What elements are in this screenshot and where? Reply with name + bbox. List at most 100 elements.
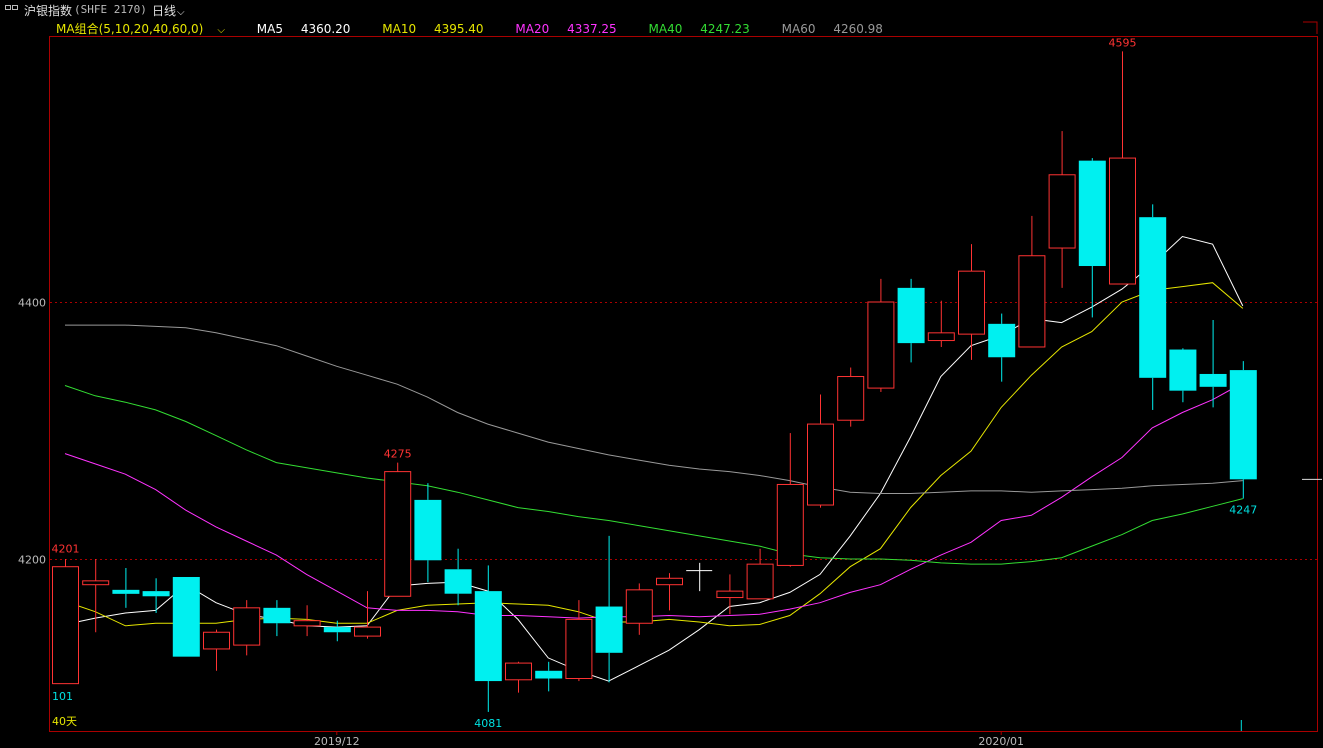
candle-body [293, 620, 321, 627]
extreme-label: 4595 [1109, 36, 1137, 49]
candle-body [1109, 157, 1136, 285]
candle-body [988, 323, 1016, 358]
candle-body [1229, 370, 1257, 480]
candle-body [1048, 174, 1076, 249]
candle [1229, 361, 1257, 499]
legend-ma5-name: MA5 [256, 22, 283, 36]
candle [776, 433, 804, 567]
candle-body [837, 376, 865, 421]
candle [1048, 131, 1076, 288]
candle-body [716, 590, 744, 599]
candle [746, 548, 774, 600]
range-label: 40天 [52, 715, 77, 728]
candle-body [1199, 373, 1227, 387]
candle-body [625, 589, 653, 624]
candle [414, 483, 442, 583]
chevron-down-icon: ⌵ [177, 7, 185, 18]
candle-body [807, 423, 834, 506]
candle-body [565, 618, 593, 680]
ma-group-selector[interactable]: MA组合(5,10,20,40,60,0) ⌵ [56, 22, 239, 36]
corner-value-label: 101 [52, 690, 73, 703]
candle [927, 300, 955, 347]
legend-ma10-name: MA10 [382, 22, 417, 36]
candle [263, 600, 291, 637]
candle [172, 576, 200, 657]
candle [142, 578, 170, 613]
extreme-label: 4201 [52, 543, 80, 556]
kline-chart[interactable]: 4200 4400 2019/12 2020/01 4201 4275 4081 4595 42… [0, 0, 1323, 748]
legend-ma60: MA60 4260.98 [782, 22, 897, 36]
grid-layer [50, 302, 1322, 735]
candle [625, 583, 653, 635]
candle [837, 367, 865, 427]
candle [112, 567, 140, 608]
candle-body [172, 576, 200, 657]
candle [1109, 51, 1136, 285]
candle [686, 562, 713, 592]
legend-ma20-name: MA20 [515, 22, 550, 36]
legend-ma5-value: 4360.20 [300, 22, 351, 36]
chart-header: 沪银指数 (SHFE 2170) 日线⌵ [0, 0, 1323, 20]
ma-legend: MA组合(5,10,20,40,60,0) ⌵ MA5 4360.20 MA10 … [56, 20, 911, 36]
candle [1139, 204, 1167, 410]
ma-line-ma40 [64, 385, 1243, 565]
split-window-icon[interactable] [4, 1, 20, 18]
candle [203, 629, 230, 671]
candle-body [927, 332, 955, 342]
candle [1018, 215, 1046, 348]
chevron-down-icon: ⌵ [217, 25, 225, 36]
candle [354, 591, 381, 639]
candle [656, 573, 683, 611]
candle [716, 574, 744, 615]
candle [293, 605, 321, 637]
candle-layer [52, 51, 1257, 712]
y-tick-label-4200: 4200 [18, 554, 46, 567]
candle-body [414, 499, 442, 561]
candle-body [1169, 349, 1197, 391]
candle-body [958, 270, 985, 335]
candle-body [656, 577, 683, 586]
legend-ma40-value: 4247.23 [700, 22, 750, 36]
candle-body [112, 589, 140, 594]
y-tick-label-4400: 4400 [18, 297, 46, 310]
candle-body [867, 301, 895, 389]
candle-body [444, 569, 472, 594]
candle [897, 278, 925, 363]
instrument-title[interactable]: 沪银指数 [24, 2, 72, 19]
candle-body [233, 607, 261, 646]
legend-ma20-value: 4337.25 [567, 22, 617, 36]
legend-ma60-value: 4260.98 [833, 22, 883, 36]
candle-body [203, 631, 230, 650]
candle-body [776, 483, 804, 566]
candle-body [384, 471, 412, 597]
ma-line-ma10 [64, 282, 1244, 627]
legend-ma40-name: MA40 [648, 22, 683, 36]
candle [1169, 348, 1197, 403]
candle [384, 462, 412, 597]
extreme-label: 4081 [474, 717, 502, 730]
x-tick-label: 2020/01 [978, 735, 1024, 748]
ma-group-label: MA组合(5,10,20,40,60,0) [56, 22, 204, 36]
legend-ma60-name: MA60 [781, 22, 816, 36]
legend-ma20: MA20 4337.25 [515, 22, 630, 36]
candle [233, 600, 261, 656]
candle-body [354, 626, 381, 637]
candle-body [1018, 255, 1046, 348]
candle-body [82, 580, 110, 586]
period-selector[interactable]: 日线⌵ [152, 2, 185, 19]
candle [807, 394, 834, 508]
candle-body [1139, 217, 1167, 378]
candle-body [595, 606, 623, 653]
candle [505, 661, 532, 693]
candle [474, 565, 502, 712]
candle [867, 278, 895, 392]
candle-body [52, 566, 79, 685]
extreme-label: 4275 [384, 448, 412, 461]
extreme-label: 4247 [1229, 504, 1257, 517]
candle-body [897, 287, 925, 344]
candle [988, 313, 1016, 382]
candle-body [1078, 160, 1106, 267]
candle-body [505, 662, 532, 681]
legend-ma40: MA40 4247.23 [649, 22, 764, 36]
legend-ma10: MA10 4395.40 [382, 22, 497, 36]
